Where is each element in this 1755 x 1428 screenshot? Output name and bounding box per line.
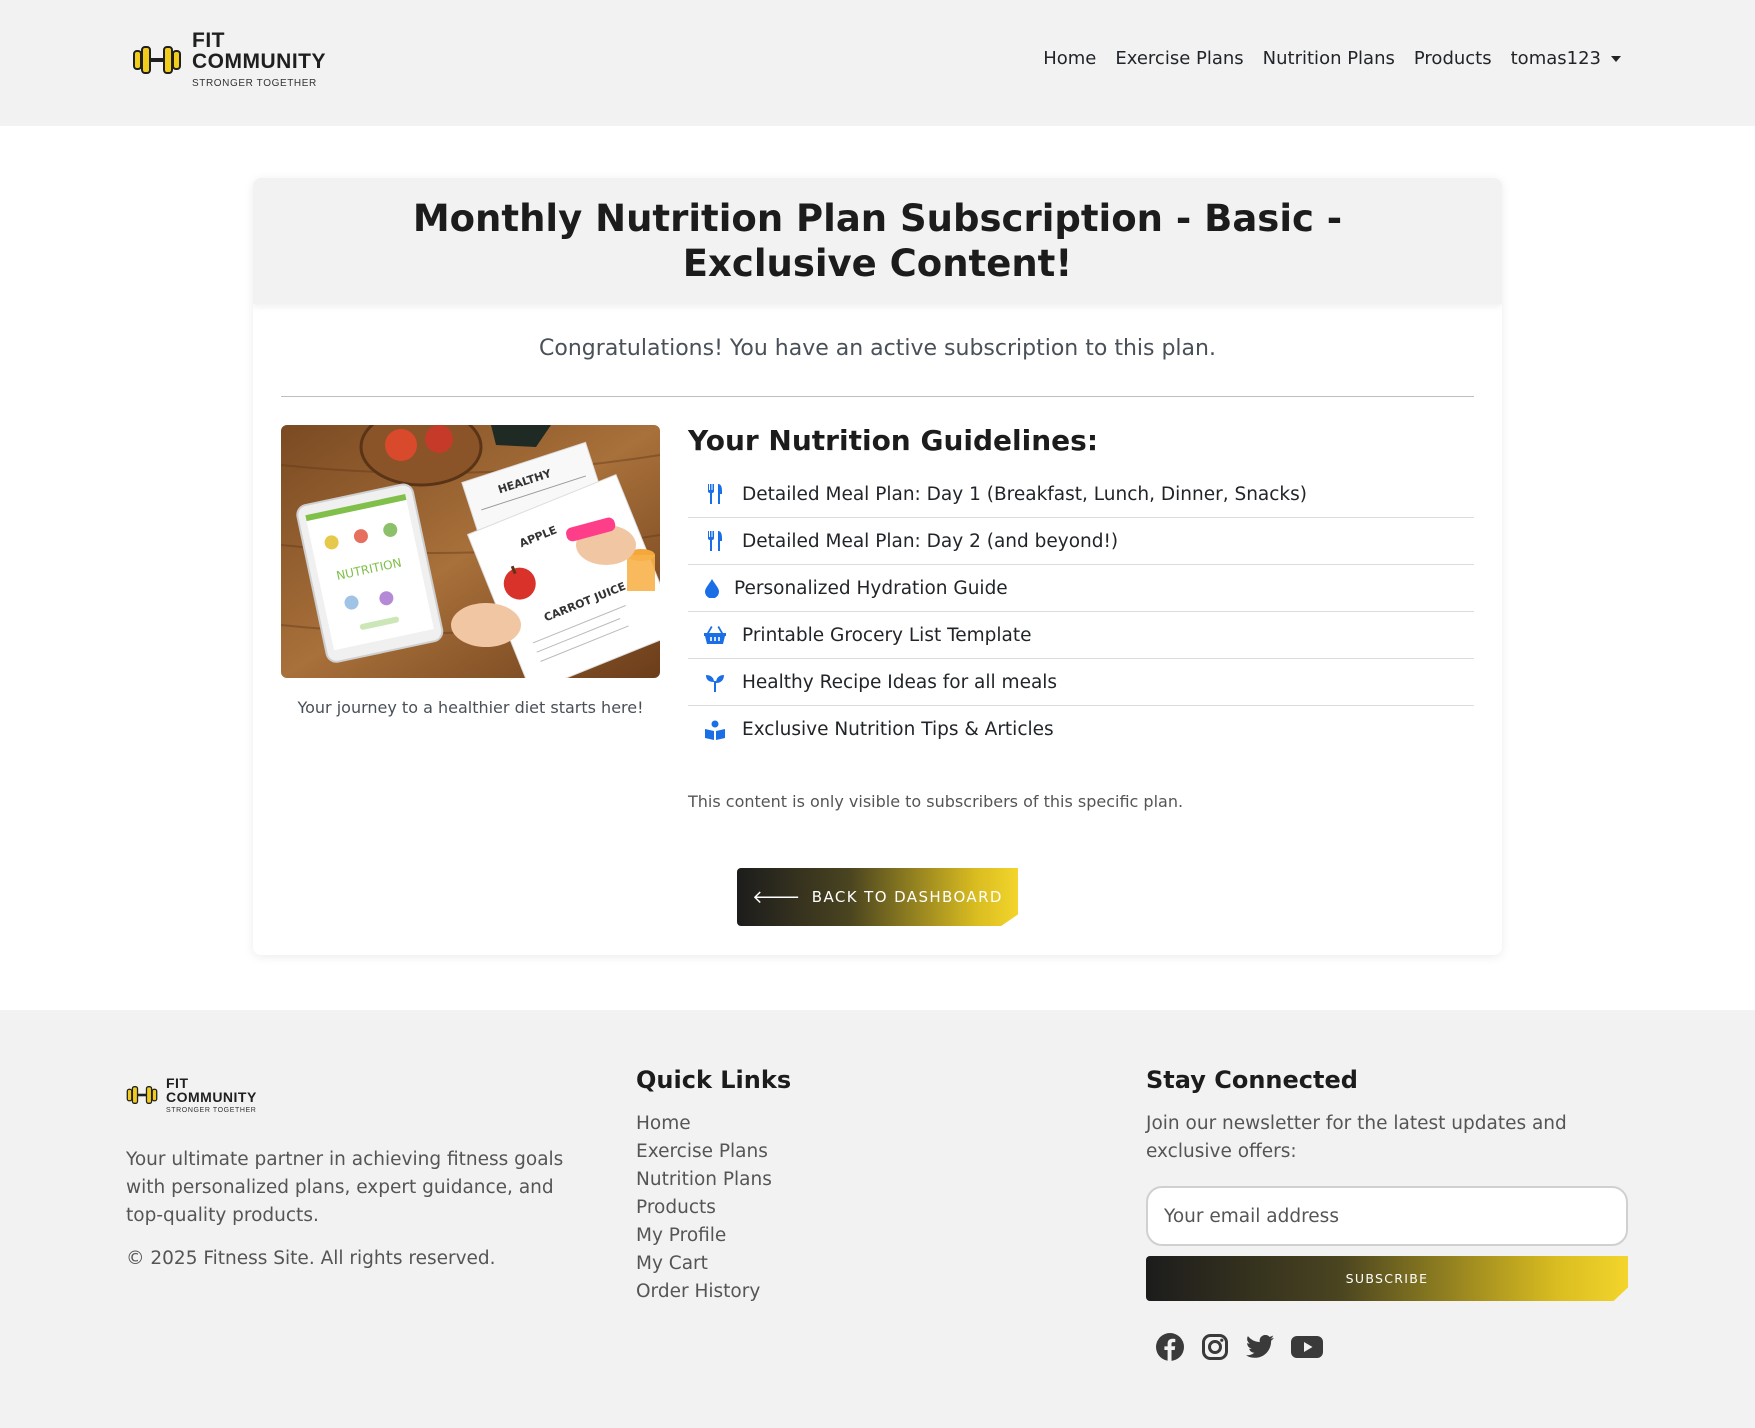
book-reader-icon (704, 719, 726, 741)
site-header: FIT COMMUNITY STRONGER TOGETHER Home Exe… (0, 0, 1755, 126)
dumbbell-icon (126, 1086, 158, 1104)
stay-connected-title: Stay Connected (1146, 1066, 1358, 1094)
copyright: © 2025 Fitness Site. All rights reserved… (126, 1248, 496, 1269)
footer-about: FIT COMMUNITY STRONGER TOGETHER Your ult… (126, 1076, 596, 1269)
footer-logo[interactable]: FIT COMMUNITY STRONGER TOGETHER (126, 1076, 596, 1114)
instagram-icon[interactable] (1201, 1333, 1229, 1361)
list-item: Detailed Meal Plan: Day 1 (Breakfast, Lu… (688, 471, 1474, 518)
footer-link-nutrition-plans[interactable]: Nutrition Plans (636, 1166, 791, 1194)
email-field[interactable] (1146, 1186, 1628, 1246)
subscriber-note: This content is only visible to subscrib… (688, 792, 1184, 811)
guidelines-section: Your Nutrition Guidelines: Detailed Meal… (688, 424, 1474, 753)
logo-line2: COMMUNITY (192, 50, 326, 73)
image-caption: Your journey to a healthier diet starts … (297, 698, 644, 717)
guideline-label: Printable Grocery List Template (742, 624, 1032, 646)
list-item: Detailed Meal Plan: Day 2 (and beyond!) (688, 518, 1474, 565)
footer-logo-line1: FIT (166, 1075, 189, 1091)
dumbbell-icon (133, 45, 181, 74)
logo-tagline: STRONGER TOGETHER (192, 78, 317, 89)
subscribe-button[interactable]: SUBSCRIBE (1146, 1256, 1628, 1301)
list-item: Healthy Recipe Ideas for all meals (688, 659, 1474, 706)
nav-products[interactable]: Products (1414, 48, 1492, 69)
twitter-icon[interactable] (1246, 1333, 1274, 1361)
list-item: Printable Grocery List Template (688, 612, 1474, 659)
guideline-label: Exclusive Nutrition Tips & Articles (742, 719, 1054, 740)
nav-exercise-plans[interactable]: Exercise Plans (1115, 48, 1243, 69)
footer-link-home[interactable]: Home (636, 1110, 791, 1138)
page-title: Monthly Nutrition Plan Subscription - Ba… (412, 197, 1343, 285)
guideline-label: Personalized Hydration Guide (734, 577, 1008, 599)
caret-down-icon (1611, 55, 1621, 62)
footer-link-products[interactable]: Products (636, 1194, 791, 1222)
seedling-icon (704, 671, 726, 693)
guideline-label: Detailed Meal Plan: Day 1 (Breakfast, Lu… (742, 483, 1307, 505)
user-menu[interactable]: tomas123 (1511, 48, 1621, 69)
basket-icon (704, 624, 726, 646)
guideline-label: Detailed Meal Plan: Day 2 (and beyond!) (742, 530, 1119, 552)
footer-logo-line2: COMMUNITY (166, 1089, 257, 1105)
footer-newsletter: Stay Connected Join our newsletter for t… (1146, 1066, 1628, 1361)
youtube-icon[interactable] (1291, 1333, 1323, 1361)
back-button-label: BACK TO DASHBOARD (811, 888, 1003, 906)
facebook-icon[interactable] (1156, 1333, 1184, 1361)
social-links (1156, 1333, 1628, 1361)
footer-link-my-cart[interactable]: My Cart (636, 1250, 791, 1278)
list-item: Personalized Hydration Guide (688, 565, 1474, 612)
main-nav: Home Exercise Plans Nutrition Plans Prod… (1024, 48, 1621, 69)
guideline-label: Healthy Recipe Ideas for all meals (742, 671, 1058, 693)
guidelines-title: Your Nutrition Guidelines: (688, 424, 1099, 457)
utensils-icon (704, 530, 726, 552)
status-message: Congratulations! You have an active subs… (539, 336, 1216, 361)
droplet-icon (704, 577, 720, 599)
footer-quick-links: Quick Links Home Exercise Plans Nutritio… (636, 1066, 791, 1306)
subscription-card: Monthly Nutrition Plan Subscription - Ba… (253, 178, 1502, 955)
divider (281, 396, 1474, 397)
footer-link-order-history[interactable]: Order History (636, 1278, 791, 1306)
footer-description: Your ultimate partner in achieving fitne… (126, 1149, 564, 1226)
newsletter-text: Join our newsletter for the latest updat… (1146, 1113, 1567, 1162)
nutrition-image: NUTRITION HEALTHY APPLE CARROT JUICE (281, 425, 660, 678)
utensils-icon (704, 483, 726, 505)
site-footer: FIT COMMUNITY STRONGER TOGETHER Your ult… (0, 1010, 1755, 1428)
back-to-dashboard-button[interactable]: 🡐 BACK TO DASHBOARD (737, 868, 1018, 926)
footer-link-my-profile[interactable]: My Profile (636, 1222, 791, 1250)
logo-line1: FIT (192, 29, 225, 52)
nav-nutrition-plans[interactable]: Nutrition Plans (1263, 48, 1395, 69)
nav-home[interactable]: Home (1043, 48, 1096, 69)
arrow-left-icon: 🡐 (752, 886, 802, 908)
footer-logo-tagline: STRONGER TOGETHER (166, 1107, 257, 1114)
site-logo[interactable]: FIT COMMUNITY STRONGER TOGETHER (132, 30, 326, 89)
user-name: tomas123 (1510, 48, 1601, 69)
card-header: Monthly Nutrition Plan Subscription - Ba… (253, 178, 1502, 304)
quick-links-title: Quick Links (636, 1066, 792, 1094)
list-item: Exclusive Nutrition Tips & Articles (688, 706, 1474, 753)
footer-link-exercise-plans[interactable]: Exercise Plans (636, 1138, 791, 1166)
